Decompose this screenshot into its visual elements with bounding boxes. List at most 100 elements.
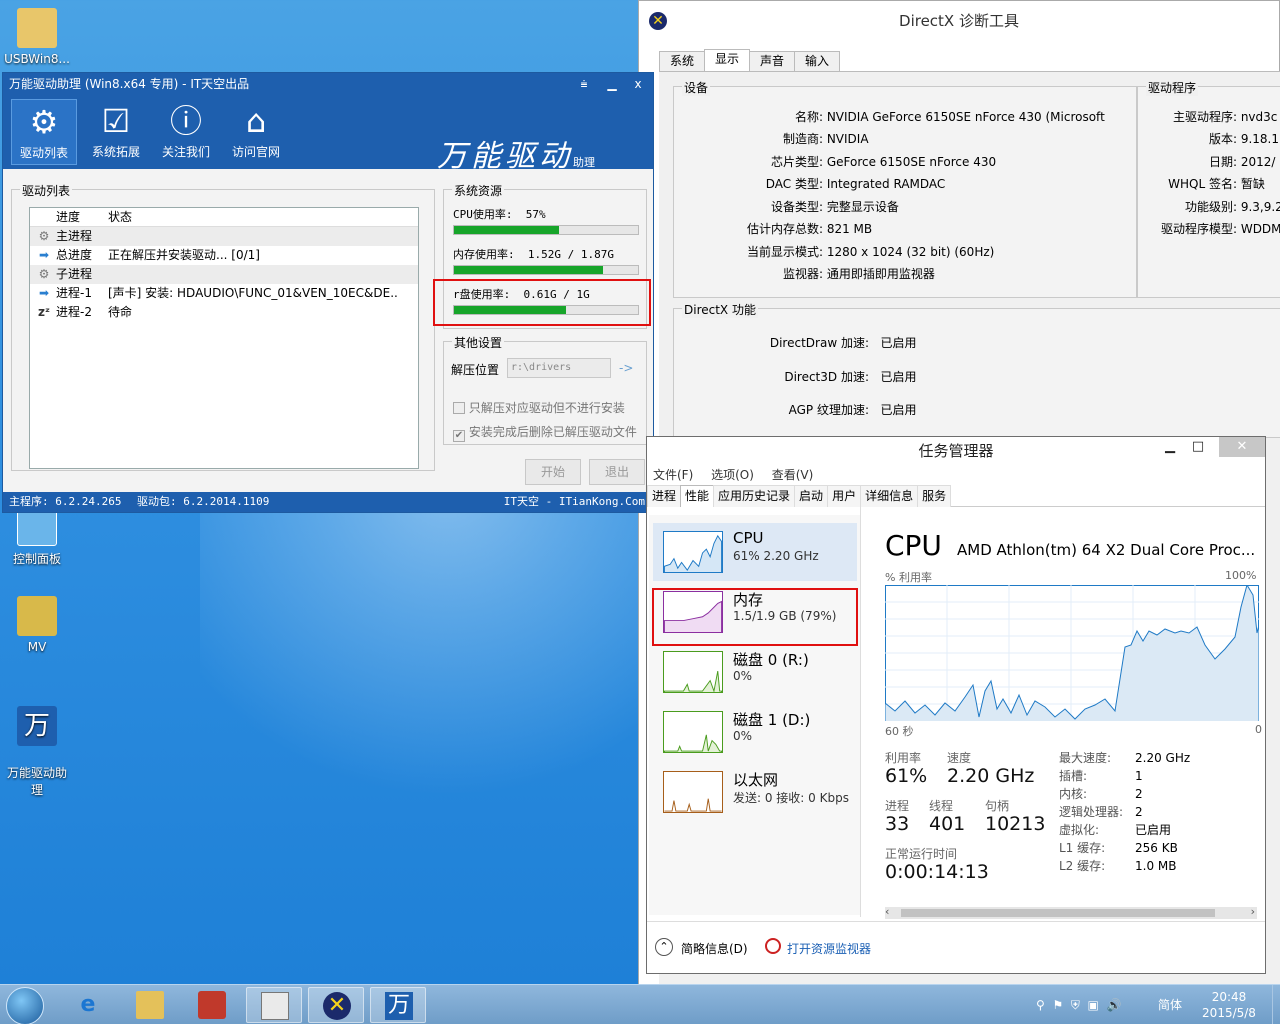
horizontal-scrollbar[interactable]: ‹ ›: [885, 905, 1257, 919]
table-row[interactable]: ➡ 进程-1 [声卡] 安装: HDAUDIO\FUNC_01&VEN_10EC…: [30, 284, 418, 303]
minimize-button[interactable]: ▁: [601, 73, 623, 95]
ime-indicator[interactable]: 简体: [1158, 985, 1182, 1024]
security-icon[interactable]: ⛨: [1071, 998, 1080, 1012]
tab-processes[interactable]: 进程: [647, 485, 682, 507]
desktop-icon-mv[interactable]: MV: [2, 596, 72, 654]
tab-services[interactable]: 服务: [917, 485, 952, 507]
close-button[interactable]: ✕: [1219, 437, 1265, 457]
device-row: 名称: NVIDIA GeForce 6150SE nForce 430 (Mi…: [673, 108, 1105, 125]
driver-value: WDDM: [1240, 222, 1280, 236]
feature-key: Direct3D 加速:: [784, 370, 869, 384]
resource-monitor-icon: [765, 938, 781, 954]
device-key: 芯片类型:: [770, 155, 823, 169]
spec-value: 1.0 MB: [1135, 859, 1177, 873]
usb-icon[interactable]: ⚲: [1036, 998, 1045, 1012]
scrollbar-thumb[interactable]: [901, 909, 1215, 917]
show-desktop-button[interactable]: [1272, 985, 1280, 1024]
device-key: 设备类型:: [770, 200, 823, 214]
taskbar-ie[interactable]: e: [60, 987, 116, 1023]
tab-startup[interactable]: 启动: [794, 485, 829, 507]
wanneng-window: 万能驱动助理 (Win8.x64 专用) - IT天空出品 ⩧ ▁ x ⚙ 驱动…: [2, 72, 654, 513]
toolbar-visit-site[interactable]: ⌂ 访问官网: [223, 99, 289, 165]
toolbar-follow-us[interactable]: ⓘ 关注我们: [153, 99, 219, 165]
desktop-icon-usbwin8[interactable]: USBWin8...: [2, 8, 72, 66]
taskbar-taskmgr[interactable]: [246, 987, 302, 1023]
checkbox-unchecked-icon[interactable]: [453, 402, 465, 414]
table-row[interactable]: zᶻ 进程-2 待命: [30, 303, 418, 322]
menu-icon[interactable]: ⩧: [573, 73, 595, 95]
spec-row: 内核: 2: [1059, 785, 1143, 802]
spec-row: 逻辑处理器: 2: [1059, 803, 1143, 820]
checkbox-checked-icon[interactable]: ✔: [453, 430, 465, 442]
taskbar-directx[interactable]: ✕: [308, 987, 364, 1023]
maximize-button[interactable]: □: [1183, 437, 1213, 457]
chevron-up-icon[interactable]: ⌃: [655, 938, 673, 956]
driver-value: 9.3,9.2: [1240, 200, 1280, 214]
cpu-heading: CPU: [885, 529, 942, 562]
perf-item-disk0[interactable]: 磁盘 0 (R:) 0%: [653, 643, 857, 701]
perf-item-ethernet[interactable]: 以太网 发送: 0 接收: 0 Kbps: [653, 763, 857, 821]
perf-item-name: 以太网: [733, 771, 779, 789]
tab-sound[interactable]: 声音: [749, 51, 796, 71]
device-key: 监视器:: [782, 267, 823, 281]
menu-options[interactable]: 选项(O): [711, 468, 754, 482]
tab-display[interactable]: 显示: [704, 49, 751, 71]
tab-performance[interactable]: 性能: [680, 485, 715, 507]
table-row[interactable]: ➡ 总进度 正在解压并安装驱动... [0/1]: [30, 246, 418, 265]
tab-input[interactable]: 输入: [794, 51, 841, 71]
tab-app-history[interactable]: 应用历史记录: [713, 485, 796, 507]
taskbar-explorer[interactable]: [122, 987, 178, 1023]
close-button[interactable]: x: [627, 73, 649, 95]
table-row[interactable]: ⚙ 主进程: [30, 227, 418, 246]
gear-icon: ⚙: [29, 103, 59, 141]
minimize-button[interactable]: ▁: [1155, 437, 1185, 457]
cpu-usage-value: 57%: [525, 208, 546, 221]
row-status: [声卡] 安装: HDAUDIO\FUNC_01&VEN_10EC&DE...: [108, 286, 398, 300]
status-website: IT天空 - ITianKong.Com: [503, 495, 645, 508]
util-label: 利用率: [885, 751, 922, 765]
extract-location-label: 解压位置: [451, 363, 500, 377]
extract-location-input[interactable]: r:\drivers: [507, 358, 611, 378]
toolbar-driver-list[interactable]: ⚙ 驱动列表: [11, 99, 77, 165]
start-button[interactable]: [6, 987, 44, 1024]
open-resource-monitor-link[interactable]: 打开资源监视器: [787, 940, 871, 957]
driver-list-table[interactable]: 进度 状态 ⚙ 主进程 ➡ 总进度 正在解压并安装驱动... [0/1] ⚙ 子…: [29, 207, 419, 469]
exit-button[interactable]: 退出: [589, 459, 645, 485]
status-main-version: 主程序: 6.2.24.265: [9, 495, 122, 508]
home-icon: ⌂: [245, 102, 267, 140]
scroll-right-icon[interactable]: ›: [1251, 905, 1255, 918]
row-name: 进程-2: [56, 305, 92, 319]
fewer-details-link[interactable]: 简略信息(D): [681, 940, 748, 957]
desktop-icon-control-panel[interactable]: 控制面板: [2, 506, 72, 567]
clock[interactable]: 20:48 2015/5/8: [1196, 989, 1262, 1021]
spec-row: 虚拟化: 已启用: [1059, 821, 1171, 838]
volume-icon[interactable]: 🔊: [1106, 998, 1121, 1012]
perf-item-cpu[interactable]: CPU 61% 2.20 GHz: [653, 523, 857, 581]
spec-key: L2 缓存:: [1059, 859, 1106, 873]
feature-value: 已启用: [880, 370, 917, 384]
flag-icon[interactable]: ⚑: [1052, 998, 1063, 1012]
spec-key: 虚拟化:: [1059, 823, 1100, 837]
menu-view[interactable]: 查看(V): [772, 468, 814, 482]
wanneng-titlebar: 万能驱动助理 (Win8.x64 专用) - IT天空出品 ⩧ ▁ x: [3, 73, 653, 95]
spec-key: L1 缓存:: [1059, 841, 1106, 855]
gear-icon: ⚙: [38, 267, 50, 281]
option-delete-after[interactable]: ✔ 安装完成后删除已解压驱动文件: [453, 423, 637, 442]
desktop-icon-wanneng[interactable]: 万 万能驱动助 理: [2, 692, 72, 812]
tab-users[interactable]: 用户: [827, 485, 862, 507]
network-icon[interactable]: ▣: [1088, 998, 1099, 1012]
taskbar-wanneng[interactable]: 万: [370, 987, 426, 1023]
taskbar-tool[interactable]: [184, 987, 240, 1023]
scroll-left-icon[interactable]: ‹: [885, 905, 889, 918]
tab-details[interactable]: 详细信息: [860, 485, 919, 507]
menu-file[interactable]: 文件(F): [653, 468, 693, 482]
option-extract-only[interactable]: 只解压对应驱动但不进行安装: [453, 399, 625, 416]
toolbar-system-extend[interactable]: ☑ 系统拓展: [83, 99, 149, 165]
perf-item-disk1[interactable]: 磁盘 1 (D:) 0%: [653, 703, 857, 761]
start-button[interactable]: 开始: [525, 459, 581, 485]
table-row[interactable]: ⚙ 子进程: [30, 265, 418, 284]
row-status: 待命: [108, 305, 133, 319]
tab-system[interactable]: 系统: [659, 51, 706, 71]
perf-item-name: 磁盘 0 (R:): [733, 651, 809, 669]
browse-arrow-button[interactable]: ->: [619, 361, 633, 375]
